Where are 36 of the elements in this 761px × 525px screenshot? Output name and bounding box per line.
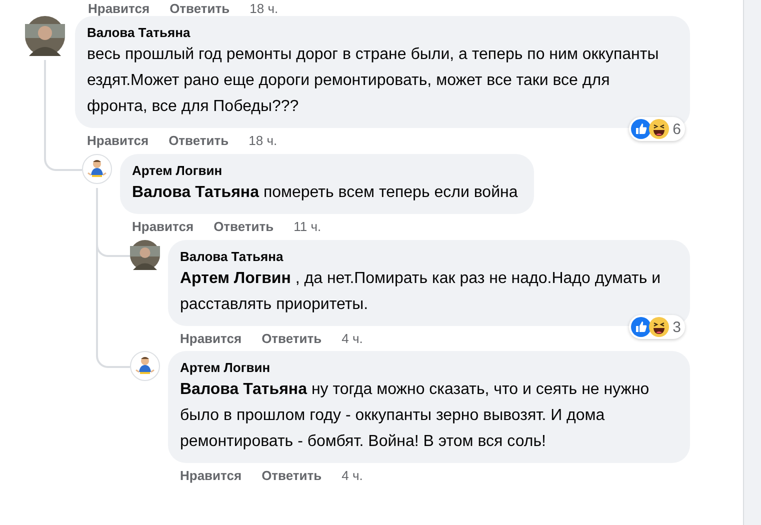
- reply-link[interactable]: Ответить: [168, 132, 229, 148]
- comment-text: Валова Татьяна ну тогда можно сказать, что и сеять не нужно было в прошлом году - оккупанты зерно вывозят. И дома ремонтировать - бомбят. Война! В этом вся соль!: [180, 380, 650, 452]
- like-icon: [630, 119, 651, 139]
- timestamp[interactable]: 4 ч.: [342, 330, 363, 346]
- like-link[interactable]: Нравится: [88, 1, 150, 16]
- like-link[interactable]: Нравится: [87, 132, 149, 148]
- avatar-photo[interactable]: [25, 16, 65, 56]
- thread-line: [96, 188, 98, 235]
- timestamp[interactable]: 4 ч.: [342, 468, 363, 482]
- reply-link[interactable]: Ответить: [214, 218, 274, 234]
- reaction-count: 3: [672, 318, 681, 336]
- reply-link[interactable]: Ответить: [170, 1, 230, 16]
- like-link[interactable]: Нравится: [180, 330, 242, 346]
- laughing-face-icon: [648, 317, 669, 337]
- laughing-face-icon: [648, 119, 669, 139]
- reply-link[interactable]: Ответить: [262, 468, 322, 482]
- comment-author[interactable]: Артем Логвин: [132, 162, 522, 180]
- comment-text: весь прошлый год ремонты дорог в стране были, а теперь по ним оккупанты ездят.Может рано еще дороги ремонтировать, может все таки все для фронта, все для Победы???: [87, 45, 660, 117]
- timestamp[interactable]: 11 ч.: [294, 218, 322, 234]
- timestamp[interactable]: 18 ч.: [248, 132, 278, 148]
- avatar-icon[interactable]: [82, 154, 112, 184]
- avatar-icon[interactable]: [130, 351, 160, 381]
- timestamp[interactable]: 18 ч.: [250, 1, 278, 16]
- comment-text: Артем Логвин , да нет.Помирать как раз не надо.Надо думать и расставлять приоритеты.: [180, 269, 662, 315]
- comment-text: Валова Татьяна помереть всем теперь если война: [132, 183, 519, 203]
- like-icon: [630, 317, 651, 337]
- like-link[interactable]: Нравится: [132, 218, 194, 234]
- reaction-badge[interactable]: 3: [628, 315, 685, 339]
- comment-author[interactable]: Артем Логвин: [180, 359, 678, 377]
- reaction-badge[interactable]: 6: [628, 117, 685, 141]
- comment-author[interactable]: Валова Татьяна: [87, 24, 678, 42]
- comment-author[interactable]: Валова Татьяна: [180, 248, 678, 266]
- reply-link[interactable]: Ответить: [262, 330, 322, 346]
- avatar-photo[interactable]: [130, 240, 160, 270]
- like-link[interactable]: Нравится: [180, 468, 242, 482]
- reaction-count: 6: [672, 120, 681, 138]
